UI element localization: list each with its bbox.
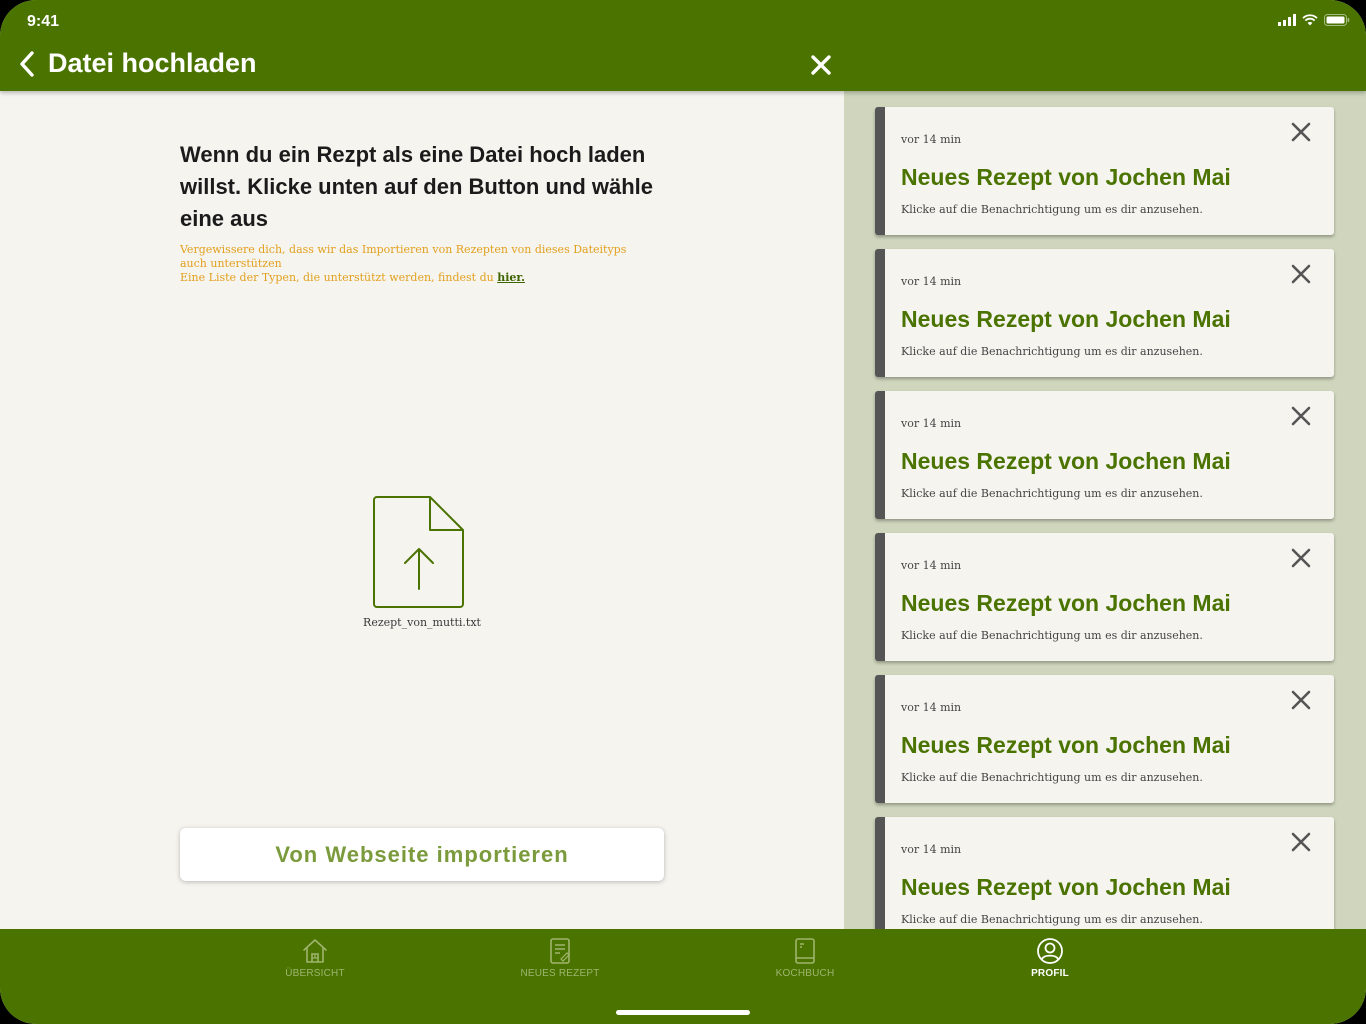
notification-title: Neues Rezept von Jochen Mai	[901, 306, 1231, 332]
status-time: 9:41	[27, 13, 60, 30]
file-upload-button[interactable]	[372, 494, 466, 610]
close-icon[interactable]	[1290, 405, 1312, 427]
close-button[interactable]	[808, 52, 834, 78]
chevron-left-icon	[20, 51, 34, 77]
supported-types-link[interactable]: hier.	[497, 271, 525, 284]
tab-uebersicht[interactable]: ÜBERSICHT	[250, 937, 380, 987]
notification-body: Klicke auf die Benachrichtigung um es di…	[901, 203, 1203, 216]
tab-label: ÜBERSICHT	[285, 968, 345, 979]
notification-time: vor 14 min	[901, 133, 962, 146]
cookbook-icon	[795, 938, 815, 964]
notification-body: Klicke auf die Benachrichtigung um es di…	[901, 487, 1203, 500]
file-upload-icon	[373, 496, 464, 608]
notification-time: vor 14 min	[901, 843, 962, 856]
notification-card[interactable]: vor 14 min Neues Rezept von Jochen Mai K…	[875, 817, 1334, 929]
notification-title: Neues Rezept von Jochen Mai	[901, 164, 1231, 190]
page-title: Datei hochladen	[48, 48, 257, 78]
notification-title: Neues Rezept von Jochen Mai	[901, 448, 1231, 474]
hint-prefix: Eine Liste der Typen, die unterstützt we…	[180, 271, 498, 284]
status-icons	[1278, 14, 1350, 26]
tab-label: PROFIL	[1031, 968, 1069, 979]
import-from-website-button[interactable]: Von Webseite importieren	[180, 828, 664, 881]
notification-body: Klicke auf die Benachrichtigung um es di…	[901, 913, 1203, 926]
notification-body: Klicke auf die Benachrichtigung um es di…	[901, 345, 1203, 358]
supported-types-hint: Vergewissere dich, dass wir das Importie…	[180, 243, 650, 285]
profile-icon	[1037, 938, 1063, 964]
cellular-signal-icon	[1278, 14, 1296, 26]
notification-time: vor 14 min	[901, 275, 962, 288]
notification-time: vor 14 min	[901, 417, 962, 430]
tab-label: NEUES REZEPT	[520, 968, 600, 979]
upload-content: Wenn du ein Rezpt als eine Datei hoch la…	[0, 91, 844, 929]
close-icon[interactable]	[1290, 831, 1312, 853]
top-app-bar: 9:41 Datei hochladen	[0, 0, 1366, 91]
close-icon[interactable]	[1290, 263, 1312, 285]
notification-title: Neues Rezept von Jochen Mai	[901, 732, 1231, 758]
notification-title: Neues Rezept von Jochen Mai	[901, 590, 1231, 616]
tab-profil[interactable]: PROFIL	[985, 937, 1115, 987]
file-name: Rezept_von_mutti.txt	[363, 616, 481, 629]
notification-body: Klicke auf die Benachrichtigung um es di…	[901, 771, 1203, 784]
notification-title: Neues Rezept von Jochen Mai	[901, 874, 1231, 900]
tab-neues-rezept[interactable]: NEUES REZEPT	[495, 937, 625, 987]
close-icon[interactable]	[1290, 547, 1312, 569]
back-button[interactable]	[14, 48, 40, 80]
close-icon[interactable]	[1290, 121, 1312, 143]
notification-card[interactable]: vor 14 min Neues Rezept von Jochen Mai K…	[875, 391, 1334, 519]
app-screen: 9:41 Datei hochladen Wenn du ein Rezpt a…	[0, 0, 1366, 1024]
tab-label: KOCHBUCH	[775, 968, 835, 979]
hint-text-2: Eine Liste der Typen, die unterstützt we…	[180, 271, 650, 285]
close-icon[interactable]	[1290, 689, 1312, 711]
notification-card[interactable]: vor 14 min Neues Rezept von Jochen Mai K…	[875, 533, 1334, 661]
upload-instructions: Wenn du ein Rezpt als eine Datei hoch la…	[180, 142, 654, 231]
notification-card[interactable]: vor 14 min Neues Rezept von Jochen Mai K…	[875, 675, 1334, 803]
notifications-panel[interactable]: vor 14 min Neues Rezept von Jochen Mai K…	[844, 91, 1366, 929]
notification-time: vor 14 min	[901, 559, 962, 572]
wifi-icon	[1302, 14, 1318, 26]
notification-card[interactable]: vor 14 min Neues Rezept von Jochen Mai K…	[875, 107, 1334, 235]
home-icon	[303, 939, 327, 963]
home-indicator[interactable]	[616, 1010, 750, 1015]
notification-card[interactable]: vor 14 min Neues Rezept von Jochen Mai K…	[875, 249, 1334, 377]
close-icon	[811, 55, 831, 75]
notification-body: Klicke auf die Benachrichtigung um es di…	[901, 629, 1203, 642]
new-recipe-icon	[550, 938, 570, 964]
battery-icon	[1324, 14, 1350, 26]
hint-text: Vergewissere dich, dass wir das Importie…	[180, 243, 627, 270]
tab-kochbuch[interactable]: KOCHBUCH	[740, 937, 870, 987]
notification-time: vor 14 min	[901, 701, 962, 714]
